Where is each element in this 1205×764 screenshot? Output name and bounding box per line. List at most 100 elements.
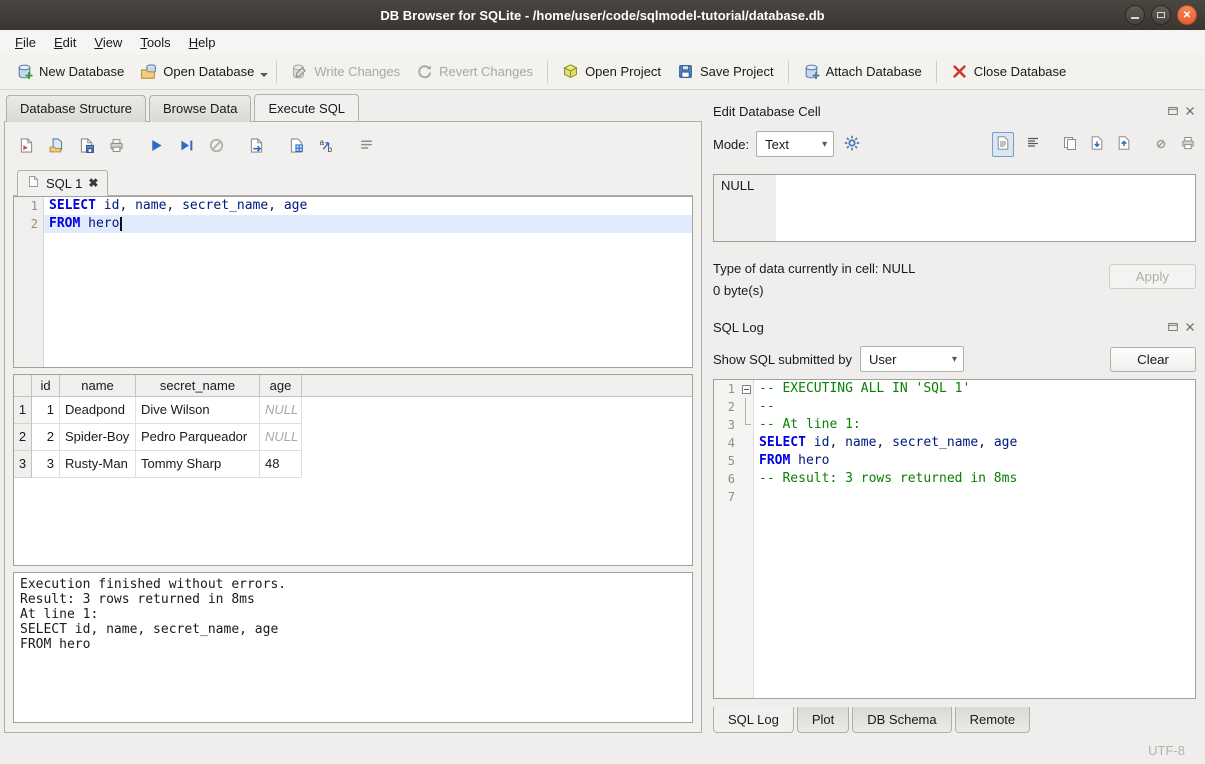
table-cell[interactable]: Spider-Boy — [60, 424, 136, 451]
close-button[interactable]: ✕ — [1177, 5, 1197, 25]
format-sql-button[interactable] — [353, 132, 379, 158]
column-header-age[interactable]: age — [260, 375, 302, 396]
close-dock-icon[interactable] — [1184, 321, 1196, 333]
print-sql-button[interactable] — [103, 132, 129, 158]
minimize-button[interactable] — [1125, 5, 1145, 25]
submitted-by-select[interactable]: User▾ — [860, 346, 964, 372]
row-number[interactable]: 1 — [14, 397, 32, 424]
attach-database-button[interactable]: Attach Database — [795, 58, 930, 85]
word-wrap-button[interactable] — [1025, 135, 1041, 154]
mode-select[interactable]: Text▾ — [756, 131, 834, 157]
fold-collapse-icon[interactable] — [742, 385, 751, 394]
table-row[interactable]: 33Rusty-ManTommy Sharp48 — [14, 451, 692, 478]
table-cell[interactable]: Tommy Sharp — [136, 451, 260, 478]
cell-value-editor[interactable]: NULL — [713, 174, 1196, 242]
log-line[interactable]: 1-- EXECUTING ALL IN 'SQL 1' — [714, 380, 1195, 398]
table-cell[interactable]: Deadpond — [60, 397, 136, 424]
maximize-button[interactable] — [1151, 5, 1171, 25]
execution-message-area[interactable]: Execution finished without errors. Resul… — [13, 572, 693, 723]
tab-browse-data[interactable]: Browse Data — [149, 95, 251, 122]
apply-button[interactable]: Apply — [1109, 264, 1196, 289]
close-dock-icon[interactable] — [1184, 105, 1196, 117]
close-database-button[interactable]: Close Database — [943, 58, 1075, 85]
copy-cell-button[interactable] — [1062, 135, 1078, 154]
execute-all-button[interactable] — [143, 132, 169, 158]
open-project-button[interactable]: Open Project — [554, 58, 669, 85]
open-database-button[interactable]: Open Database — [132, 58, 262, 85]
open-database-dropdown-arrow[interactable] — [260, 73, 268, 77]
menu-tools[interactable]: Tools — [131, 32, 179, 53]
sql-log-view[interactable]: 1-- EXECUTING ALL IN 'SQL 1'2--3-- At li… — [713, 379, 1196, 699]
titlebar[interactable]: DB Browser for SQLite - /home/user/code/… — [0, 0, 1205, 30]
chevron-down-icon: ▾ — [952, 354, 957, 365]
export-results-button[interactable] — [243, 132, 269, 158]
table-cell[interactable]: NULL — [260, 424, 302, 451]
tab-database-structure[interactable]: Database Structure — [6, 95, 146, 122]
table-corner[interactable] — [14, 375, 32, 396]
toolbar-separator — [276, 61, 277, 83]
table-cell[interactable]: 48 — [260, 451, 302, 478]
import-data-button[interactable] — [1089, 135, 1105, 154]
print-cell-button[interactable] — [1180, 135, 1196, 154]
execute-current-line-button[interactable] — [173, 132, 199, 158]
encoding-indicator[interactable]: UTF-8 — [1148, 743, 1185, 758]
row-number[interactable]: 2 — [14, 424, 32, 451]
log-line[interactable]: 6-- Result: 3 rows returned in 8ms — [714, 470, 1195, 488]
log-line-number: 6 — [714, 470, 738, 488]
open-sql-file-button[interactable] — [43, 132, 69, 158]
table-row[interactable]: 22Spider-BoyPedro ParqueadorNULL — [14, 424, 692, 451]
auto-switch-mode-button[interactable] — [843, 134, 861, 155]
table-cell[interactable]: Dive Wilson — [136, 397, 260, 424]
table-cell[interactable]: 2 — [32, 424, 60, 451]
tab-remote[interactable]: Remote — [955, 707, 1031, 733]
export-data-button[interactable] — [1116, 135, 1132, 154]
open-sql-new-tab-button[interactable] — [13, 132, 39, 158]
set-null-button[interactable] — [1153, 135, 1169, 154]
menu-view[interactable]: View — [85, 32, 131, 53]
fold-margin[interactable] — [738, 380, 754, 398]
tab-db-schema[interactable]: DB Schema — [852, 707, 951, 733]
sql-tab-close-icon[interactable]: ✖ — [88, 176, 98, 190]
menu-help[interactable]: Help — [180, 32, 225, 53]
write-changes-button[interactable]: Write Changes — [283, 58, 408, 85]
sql-token: secret_name — [182, 198, 268, 213]
log-line[interactable]: 4SELECT id, name, secret_name, age — [714, 434, 1195, 452]
table-cell[interactable]: Pedro Parqueador — [136, 424, 260, 451]
tab-sql-log[interactable]: SQL Log — [713, 707, 794, 733]
float-dock-icon[interactable] — [1167, 105, 1179, 117]
float-dock-icon[interactable] — [1167, 321, 1179, 333]
table-cell[interactable]: 1 — [32, 397, 60, 424]
new-database-button[interactable]: New Database — [8, 58, 132, 85]
menu-edit[interactable]: Edit — [45, 32, 85, 53]
fold-margin — [738, 452, 754, 470]
stop-execution-button[interactable] — [203, 132, 229, 158]
editor-line[interactable]: 1SELECT id, name, secret_name, age — [14, 197, 692, 215]
column-header-id[interactable]: id — [32, 375, 60, 396]
table-cell[interactable]: Rusty-Man — [60, 451, 136, 478]
menu-file[interactable]: File — [6, 32, 45, 53]
save-results-view-button[interactable] — [283, 132, 309, 158]
log-line[interactable]: 5FROM hero — [714, 452, 1195, 470]
log-line[interactable]: 3-- At line 1: — [714, 416, 1195, 434]
table-cell[interactable]: NULL — [260, 397, 302, 424]
column-header-secret-name[interactable]: secret_name — [136, 375, 260, 396]
editor-line[interactable]: 2FROM hero — [14, 215, 692, 233]
table-row[interactable]: 11DeadpondDive WilsonNULL — [14, 397, 692, 424]
revert-changes-button[interactable]: Revert Changes — [408, 58, 541, 85]
row-number[interactable]: 3 — [14, 451, 32, 478]
log-line[interactable]: 7 — [714, 488, 1195, 506]
save-sql-file-button[interactable] — [73, 132, 99, 158]
log-line-code: -- At line 1: — [754, 416, 1195, 434]
table-cell[interactable]: 3 — [32, 451, 60, 478]
save-project-button[interactable]: Save Project — [669, 58, 782, 85]
tab-execute-sql[interactable]: Execute SQL — [254, 94, 359, 121]
column-header-name[interactable]: name — [60, 375, 136, 396]
log-line[interactable]: 2-- — [714, 398, 1195, 416]
sql-editor[interactable]: 1SELECT id, name, secret_name, age2FROM … — [13, 196, 693, 368]
find-replace-button[interactable]: ab — [313, 132, 339, 158]
text-view-button[interactable] — [992, 132, 1014, 157]
tab-plot[interactable]: Plot — [797, 707, 849, 733]
sql-log-header: SQL Log — [713, 316, 1196, 338]
sql-tab[interactable]: SQL 1 ✖ — [17, 170, 108, 196]
clear-button[interactable]: Clear — [1110, 347, 1196, 372]
